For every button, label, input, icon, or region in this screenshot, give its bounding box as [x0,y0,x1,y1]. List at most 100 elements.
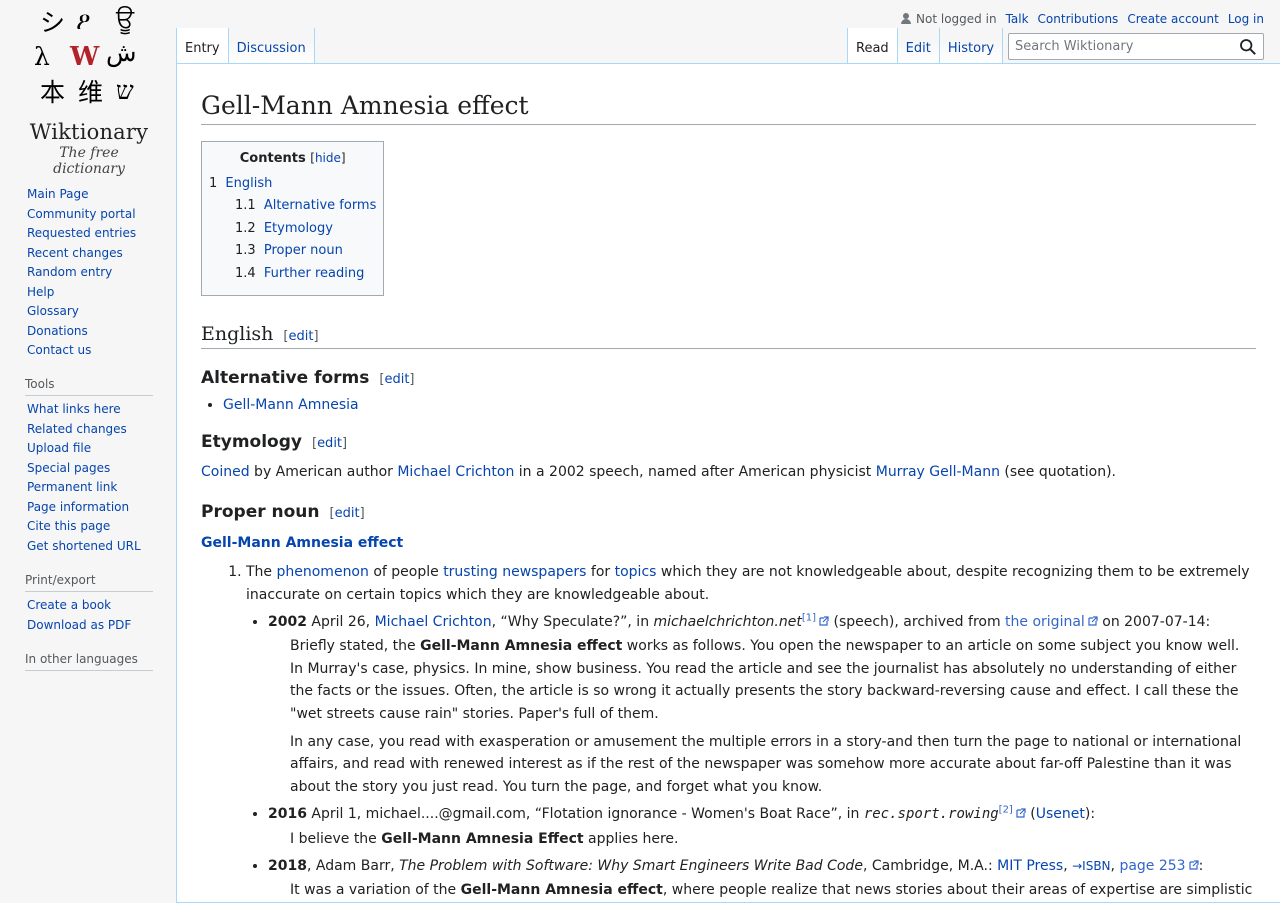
logo-glyph: 本 [40,78,66,107]
toc-link-english[interactable]: English [225,176,272,191]
wiktionary-logo[interactable]: シ ዖ ਊ λ W ش 本 维 ש Wiktionary The free di… [22,4,156,177]
sidebar-item-cite-this-page[interactable]: Cite this page [27,519,110,533]
edit-section-link[interactable]: edit [335,506,360,521]
heading-alternative-forms-text: Alternative forms [201,367,370,388]
tab-read[interactable]: Read [847,28,898,64]
print-list: Create a book Download as PDF [27,596,153,635]
tab-edit[interactable]: Edit [897,28,940,64]
toc-hide-link[interactable]: hide [315,151,341,165]
phenomenon-link[interactable]: phenomenon [277,564,369,580]
log-in-link[interactable]: Log in [1228,12,1264,26]
not-logged-in-text: Not logged in [916,12,997,26]
newspapers-link[interactable]: newspapers [502,564,586,580]
sidebar-item-community-portal[interactable]: Community portal [27,207,136,221]
toc-item[interactable]: 1.4 Further reading [235,263,376,286]
create-account-link[interactable]: Create account [1127,12,1219,26]
external-link-icon [819,616,829,626]
quotations-list: 2002 April 26, Michael Crichton, “Why Sp… [246,611,1256,902]
sidebar-item: Permanent link [27,478,153,498]
reference-link[interactable]: [1] [802,612,816,623]
sidebar-item-donations[interactable]: Donations [27,324,88,338]
external-link-icon [1088,616,1098,626]
quote-passage: I believe the Gell-Mann Amnesia Effect a… [290,830,679,847]
external-link-icon [1016,808,1026,818]
toc-number: 1.4 [235,265,256,281]
languages-heading[interactable]: In other languages [25,652,153,671]
talk-link[interactable]: Talk [1006,12,1029,26]
toc-link-further-reading[interactable]: Further reading [264,266,365,281]
sidebar-item-page-information[interactable]: Page information [27,500,129,514]
definition-item: The phenomenon of people trusting newspa… [246,561,1256,901]
toc-link-alternative-forms[interactable]: Alternative forms [264,198,377,213]
sidebar-item-glossary[interactable]: Glossary [27,304,79,318]
topics-link[interactable]: topics [615,564,657,580]
michael-crichton-link[interactable]: Michael Crichton [397,464,514,480]
usenet-link[interactable]: Usenet [1036,806,1085,822]
quotation-2002: 2002 April 26, Michael Crichton, “Why Sp… [268,611,1256,798]
sidebar-item-get-shortened-url[interactable]: Get shortened URL [27,539,141,553]
reference-link[interactable]: [2] [999,805,1013,816]
navigation-list: Main Page Community portal Requested entri… [27,185,153,361]
headword-link[interactable]: Gell-Mann Amnesia effect [201,535,403,551]
toc-link-etymology[interactable]: Etymology [264,221,333,236]
toc-item[interactable]: 1 English 1.1 Alternative forms 1.2 Etym… [209,173,376,286]
page-title: Gell-Mann Amnesia effect [201,90,1256,125]
trusting-link[interactable]: trusting [443,564,498,580]
coined-link[interactable]: Coined [201,464,250,480]
toc-item[interactable]: 1.3 Proper noun [235,240,376,263]
sidebar-item-related-changes[interactable]: Related changes [27,422,127,436]
alternative-form-link[interactable]: Gell-Mann Amnesia [223,397,359,413]
sidebar-item-what-links-here[interactable]: What links here [27,402,121,416]
quote-author-link[interactable]: Michael Crichton [375,614,492,630]
main-content: Gell-Mann Amnesia effect Contents [hide]… [176,63,1280,903]
edit-section-link[interactable]: edit [289,329,314,344]
search-input[interactable] [1009,34,1229,59]
view-tabs: Read Edit History [847,28,1004,64]
sidebar-item-requested-entries[interactable]: Requested entries [27,226,136,240]
toc-item[interactable]: 1.2 Etymology [235,218,376,241]
sidebar-item-permanent-link[interactable]: Permanent link [27,480,117,494]
page-link[interactable]: page 253 [1119,858,1185,874]
toc-number: 1 [209,175,218,191]
sidebar-item-upload-file[interactable]: Upload file [27,441,91,455]
heading-english: English [edit] [201,322,1256,349]
tab-entry[interactable]: Entry [176,28,229,64]
original-archive-link[interactable]: the original [1005,614,1085,630]
user-icon [900,12,912,26]
sidebar-item: What links here [27,400,153,420]
sidebar-item-special-pages[interactable]: Special pages [27,461,110,475]
newsgroup-name: rec.sport.rowing [863,806,999,823]
logo-glyph: ش [106,38,137,67]
sidebar-item-help[interactable]: Help [27,285,54,299]
isbn-link[interactable]: →ISBN [1072,859,1110,873]
toc-list: 1 English 1.1 Alternative forms 1.2 Etym… [209,173,376,286]
tab-history[interactable]: History [939,28,1004,64]
heading-etymology-text: Etymology [201,431,302,452]
edit-section-link[interactable]: edit [317,436,342,451]
quote-source: michaelchrichton.net [653,614,802,631]
contributions-link[interactable]: Contributions [1038,12,1119,26]
sidebar-item: Get shortened URL [27,537,153,557]
search-icon[interactable] [1239,38,1257,56]
edit-section-link[interactable]: edit [384,372,409,387]
logo-tagline: The free dictionary [53,145,125,177]
sidebar-item-main-page[interactable]: Main Page [27,187,89,201]
quotation-2018: 2018, Adam Barr, The Problem with Softwa… [268,855,1256,902]
book-title: The Problem with Software: Why Smart Eng… [399,857,863,874]
publisher-link[interactable]: MIT Press [997,858,1063,874]
toc-item[interactable]: 1.1 Alternative forms [235,195,376,218]
toc-link-proper-noun[interactable]: Proper noun [264,243,343,258]
sidebar-item-random-entry[interactable]: Random entry [27,265,112,279]
logo-glyph: ש [116,76,134,105]
logo-glyph: λ [34,42,50,71]
sidebar-item-download-as-pdf[interactable]: Download as PDF [27,618,131,632]
sidebar-item-recent-changes[interactable]: Recent changes [27,246,123,260]
sidebar-item-contact-us[interactable]: Contact us [27,343,91,357]
murray-gell-mann-link[interactable]: Murray Gell-Mann [876,464,1000,480]
tools-portal: Tools What links here Related changes Uplo… [25,377,153,557]
logo-wordmark: Wiktionary [29,120,149,144]
sidebar-item-create-a-book[interactable]: Create a book [27,598,111,612]
etymology-text: Coined by American author Michael Cricht… [201,463,1116,480]
logo-glyph: W [70,42,100,72]
tab-discussion[interactable]: Discussion [228,28,315,64]
